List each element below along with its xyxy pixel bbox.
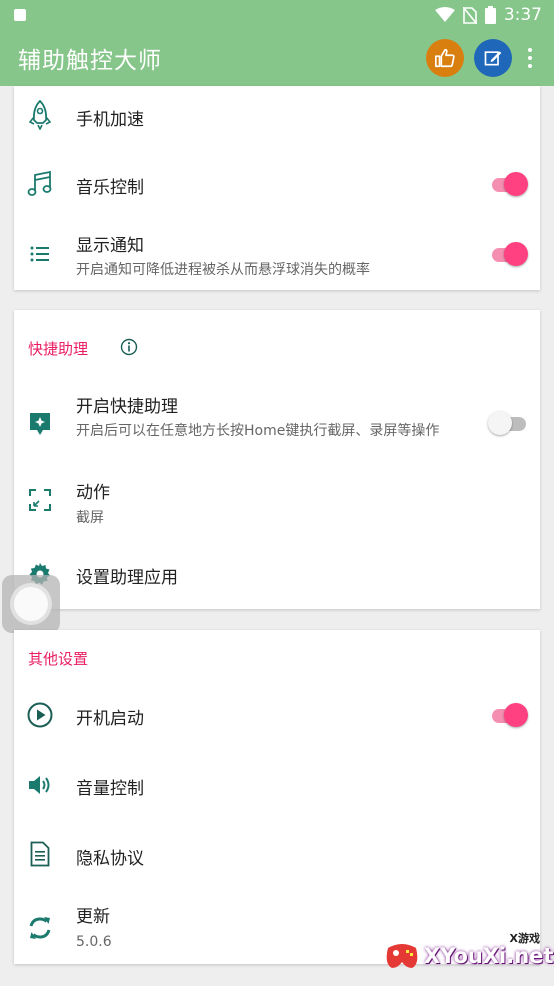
music-control-switch[interactable] bbox=[490, 171, 530, 197]
row-title: 开机启动 bbox=[76, 709, 144, 729]
app-bar: 辅助触控大师 bbox=[0, 30, 554, 86]
row-subtitle: 开启通知可降低进程被杀从而悬浮球消失的概率 bbox=[76, 262, 370, 278]
section-header: 快捷助理 bbox=[28, 340, 89, 358]
main-settings-card: 手机加速 音乐控制 显示通知 开启通知可降低进程被杀从而悬浮球消失的概率 bbox=[14, 86, 540, 290]
wifi-icon bbox=[434, 7, 455, 22]
watermark: X游戏 XYouXi.net bbox=[384, 930, 554, 982]
sync-icon bbox=[26, 914, 54, 942]
enable-assistant-switch[interactable] bbox=[488, 410, 530, 436]
status-time: 3:37 bbox=[503, 5, 542, 25]
edit-button[interactable] bbox=[474, 39, 512, 77]
row-title: 动作 bbox=[76, 483, 110, 503]
row-show-notification[interactable]: 显示通知 开启通知可降低进程被杀从而悬浮球消失的概率 bbox=[14, 220, 540, 290]
row-enable-assistant[interactable]: 开启快捷助理 开启后可以在任意地方长按Home键执行截屏、录屏等操作 bbox=[14, 380, 540, 464]
row-action[interactable]: 动作 截屏 bbox=[14, 464, 540, 536]
row-volume-control[interactable]: 音量控制 bbox=[14, 750, 540, 820]
assistant-icon bbox=[26, 410, 54, 438]
row-phone-boost[interactable]: 手机加速 bbox=[14, 86, 540, 148]
row-privacy-policy[interactable]: 隐私协议 bbox=[14, 820, 540, 890]
floating-ball[interactable] bbox=[2, 575, 60, 633]
list-icon bbox=[26, 240, 54, 268]
gamepad-logo bbox=[386, 944, 418, 968]
thumb-up-icon bbox=[435, 48, 455, 68]
watermark-text: XYouXi.net bbox=[424, 944, 554, 968]
crop-free-icon bbox=[26, 486, 54, 514]
section-header: 其他设置 bbox=[28, 650, 89, 668]
app-title: 辅助触控大师 bbox=[18, 48, 162, 74]
row-title: 开启快捷助理 bbox=[76, 397, 178, 417]
row-set-assistant-app[interactable]: 设置助理应用 bbox=[14, 536, 540, 606]
notification-icon bbox=[14, 9, 26, 21]
row-music-control[interactable]: 音乐控制 bbox=[14, 148, 540, 220]
boot-start-switch[interactable] bbox=[490, 702, 530, 728]
edit-icon bbox=[484, 51, 502, 66]
row-title: 音乐控制 bbox=[76, 178, 144, 198]
floating-ball-center bbox=[14, 587, 48, 621]
row-title: 设置助理应用 bbox=[76, 568, 178, 588]
volume-icon bbox=[26, 771, 54, 799]
row-subtitle: 开启后可以在任意地方长按Home键执行截屏、录屏等操作 bbox=[76, 423, 440, 439]
document-icon bbox=[26, 840, 54, 868]
row-title: 音量控制 bbox=[76, 779, 144, 799]
status-bar: 3:37 bbox=[0, 0, 554, 30]
row-subtitle: 截屏 bbox=[76, 510, 104, 526]
other-settings-card: 其他设置 开机启动 音量控制 隐私协议 更新 5.0.6 bbox=[14, 630, 540, 964]
row-boot-start[interactable]: 开机启动 bbox=[14, 680, 540, 750]
row-title: 更新 bbox=[76, 907, 110, 927]
more-vert-icon bbox=[528, 48, 532, 52]
play-circle-icon bbox=[26, 701, 54, 729]
row-subtitle: 5.0.6 bbox=[76, 934, 112, 950]
quick-assistant-card: 快捷助理 开启快捷助理 开启后可以在任意地方长按Home键执行截屏、录屏等操作 … bbox=[14, 310, 540, 609]
info-icon[interactable] bbox=[120, 338, 138, 356]
more-menu-button[interactable] bbox=[518, 39, 542, 77]
no-sim-icon bbox=[462, 6, 477, 24]
row-title: 显示通知 bbox=[76, 236, 144, 256]
rocket-icon bbox=[26, 100, 54, 130]
show-notification-switch[interactable] bbox=[490, 241, 530, 267]
row-title: 手机加速 bbox=[76, 110, 144, 130]
row-title: 隐私协议 bbox=[76, 849, 144, 869]
like-button[interactable] bbox=[426, 39, 464, 77]
music-note-icon bbox=[26, 170, 54, 198]
battery-icon bbox=[484, 6, 496, 24]
